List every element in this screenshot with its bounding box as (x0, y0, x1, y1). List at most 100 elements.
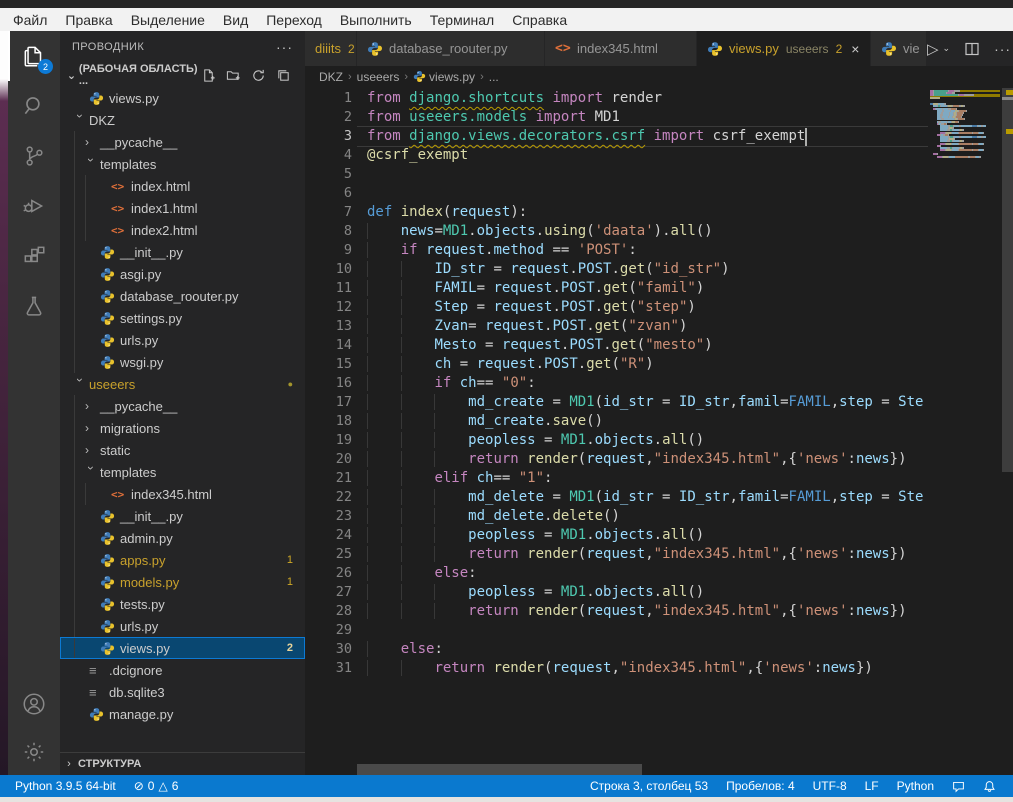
encoding-item[interactable]: UTF-8 (804, 775, 856, 797)
tree-item-static[interactable]: ›static (60, 439, 305, 461)
scrollbar-thumb[interactable] (1002, 88, 1013, 472)
feedback-icon[interactable] (943, 775, 974, 797)
run-dropdown-chevron-icon[interactable]: ⌄ (943, 43, 951, 54)
tab-views.py[interactable]: views.pyuseeers2× (697, 31, 871, 66)
code-line-9[interactable]: 9 if request.method == 'POST': (305, 241, 928, 260)
tree-item-useeers[interactable]: ›useeers● (60, 373, 305, 395)
code-line-15[interactable]: 15 ch = request.POST.get("R") (305, 355, 928, 374)
code-line-25[interactable]: 25 return render(request,"index345.html"… (305, 545, 928, 564)
outline-section-header[interactable]: › СТРУКТУРА (60, 752, 305, 775)
problems-item[interactable]: ⊘ 0 △ 6 (125, 775, 188, 797)
code-line-12[interactable]: 12 Step = request.POST.get("step") (305, 298, 928, 317)
code-line-2[interactable]: 2from useeers.models import MD1 (305, 108, 928, 127)
editor-code-area[interactable]: 1from django.shortcuts import render2fro… (305, 88, 1013, 775)
settings-gear-icon[interactable] (8, 729, 60, 775)
tree-item-views.py[interactable]: views.py2 (60, 637, 305, 659)
code-line-16[interactable]: 16 if ch== "0": (305, 374, 928, 393)
collapse-all-icon[interactable] (276, 68, 291, 83)
code-line-17[interactable]: 17 md_create = MD1(id_str = ID_str,famil… (305, 393, 928, 412)
code-line-18[interactable]: 18 md_create.save() (305, 412, 928, 431)
sidebar-more-icon[interactable]: ··· (276, 39, 293, 55)
code-line-10[interactable]: 10 ID_str = request.POST.get("id_str") (305, 260, 928, 279)
code-line-27[interactable]: 27 peopless = MD1.objects.all() (305, 583, 928, 602)
menu-Переход[interactable]: Переход (257, 12, 331, 28)
workspace-section-header[interactable]: ⌄ (РАБОЧАЯ ОБЛАСТЬ) ... (60, 63, 305, 87)
cursor-position-item[interactable]: Строка 3, столбец 53 (581, 775, 717, 797)
menu-Файл[interactable]: Файл (4, 12, 56, 28)
breadcrumb-item-DKZ[interactable]: DKZ (319, 70, 343, 84)
tree-item-index345.html[interactable]: <>index345.html (60, 483, 305, 505)
notifications-bell-icon[interactable] (974, 775, 1005, 797)
code-line-5[interactable]: 5 (305, 165, 928, 184)
new-folder-icon[interactable] (226, 68, 241, 83)
code-line-3[interactable]: 3from django.views.decorators.csrf impor… (305, 127, 928, 146)
tab-index345.html[interactable]: <>index345.html (545, 31, 697, 66)
testing-icon[interactable] (8, 281, 60, 331)
python-interpreter-item[interactable]: Python 3.9.5 64-bit (6, 775, 125, 797)
tree-item-views.py[interactable]: views.py (60, 87, 305, 109)
tree-item-settings.py[interactable]: settings.py (60, 307, 305, 329)
code-line-29[interactable]: 29 (305, 621, 928, 640)
tab-vie[interactable]: vie (871, 31, 927, 66)
tree-item-urls.py[interactable]: urls.py (60, 615, 305, 637)
code-line-24[interactable]: 24 peopless = MD1.objects.all() (305, 526, 928, 545)
tab-database_roouter.py[interactable]: database_roouter.py (357, 31, 545, 66)
account-icon[interactable] (8, 679, 60, 729)
tree-item-asgi.py[interactable]: asgi.py (60, 263, 305, 285)
menu-Правка[interactable]: Правка (56, 12, 121, 28)
tree-item-tests.py[interactable]: tests.py (60, 593, 305, 615)
code-line-26[interactable]: 26 else: (305, 564, 928, 583)
code-line-6[interactable]: 6 (305, 184, 928, 203)
tree-item-urls.py[interactable]: urls.py (60, 329, 305, 351)
breadcrumb[interactable]: DKZ›useeers›views.py›... (305, 66, 1013, 88)
vertical-scrollbar[interactable] (1002, 88, 1013, 775)
code-line-31[interactable]: 31 return render(request,"index345.html"… (305, 659, 928, 678)
run-debug-icon[interactable] (8, 181, 60, 231)
tree-item-index2.html[interactable]: <>index2.html (60, 219, 305, 241)
indentation-item[interactable]: Пробелов: 4 (717, 775, 804, 797)
code-line-4[interactable]: 4@csrf_exempt (305, 146, 928, 165)
tree-item-__pycache__[interactable]: ›__pycache__ (60, 131, 305, 153)
tab-diiits[interactable]: diiits2● (305, 31, 357, 66)
tree-item-index.html[interactable]: <>index.html (60, 175, 305, 197)
code-line-1[interactable]: 1from django.shortcuts import render (305, 89, 928, 108)
tree-item-models.py[interactable]: models.py1 (60, 571, 305, 593)
menu-Выполнить[interactable]: Выполнить (331, 12, 421, 28)
code-line-20[interactable]: 20 return render(request,"index345.html"… (305, 450, 928, 469)
code-line-8[interactable]: 8 news=MD1.objects.using('daata').all() (305, 222, 928, 241)
refresh-icon[interactable] (251, 68, 266, 83)
menu-Справка[interactable]: Справка (503, 12, 576, 28)
tree-item-wsgi.py[interactable]: wsgi.py (60, 351, 305, 373)
tree-item-templates[interactable]: ›templates (60, 153, 305, 175)
tree-item-apps.py[interactable]: apps.py1 (60, 549, 305, 571)
tree-item-DKZ[interactable]: ›DKZ (60, 109, 305, 131)
code-line-7[interactable]: 7def index(request): (305, 203, 928, 222)
tree-item-__init__.py[interactable]: __init__.py (60, 241, 305, 263)
tree-item-database_roouter.py[interactable]: database_roouter.py (60, 285, 305, 307)
tree-item-__init__.py[interactable]: __init__.py (60, 505, 305, 527)
close-icon[interactable]: × (851, 41, 859, 57)
tree-item-manage.py[interactable]: manage.py (60, 703, 305, 725)
code-line-13[interactable]: 13 Zvan= request.POST.get("zvan") (305, 317, 928, 336)
menu-Вид[interactable]: Вид (214, 12, 257, 28)
tree-item-migrations[interactable]: ›migrations (60, 417, 305, 439)
editor-more-actions-icon[interactable]: ··· (994, 41, 1011, 57)
menu-Выделение[interactable]: Выделение (122, 12, 214, 28)
eol-item[interactable]: LF (856, 775, 888, 797)
split-editor-icon[interactable] (964, 41, 980, 57)
source-control-icon[interactable] (8, 131, 60, 181)
tree-item-db.sqlite3[interactable]: ≡db.sqlite3 (60, 681, 305, 703)
tree-item-.dcignore[interactable]: ≡.dcignore (60, 659, 305, 681)
breadcrumb-item-views.py[interactable]: views.py (413, 70, 475, 84)
extensions-icon[interactable] (8, 231, 60, 281)
tree-item-index1.html[interactable]: <>index1.html (60, 197, 305, 219)
menu-Терминал[interactable]: Терминал (421, 12, 503, 28)
code-line-11[interactable]: 11 FAMIL= request.POST.get("famil") (305, 279, 928, 298)
tree-item-__pycache__[interactable]: ›__pycache__ (60, 395, 305, 417)
minimap[interactable] (930, 90, 1000, 158)
horizontal-scrollbar-thumb[interactable] (357, 764, 642, 775)
tree-item-templates[interactable]: ›templates (60, 461, 305, 483)
code-line-23[interactable]: 23 md_delete.delete() (305, 507, 928, 526)
new-file-icon[interactable] (201, 68, 216, 83)
tree-item-admin.py[interactable]: admin.py (60, 527, 305, 549)
